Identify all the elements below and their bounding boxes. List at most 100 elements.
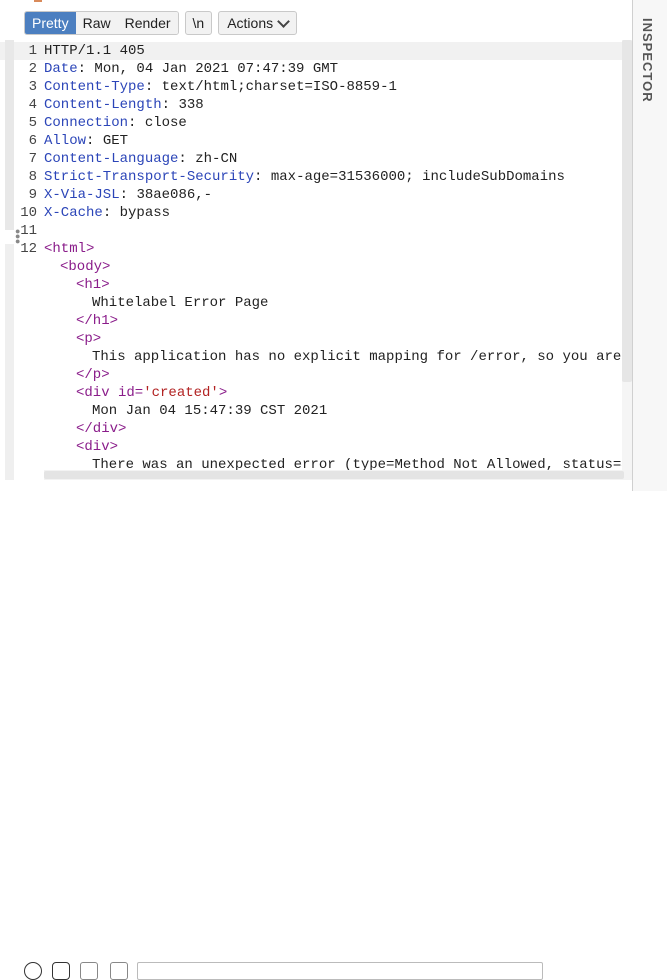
code-line[interactable]: 5 Connection: close: [0, 114, 632, 132]
html-tag: <p>: [76, 331, 102, 347]
tab-raw[interactable]: Raw: [75, 12, 118, 34]
drag-handle-icon[interactable]: ● ● ●: [15, 227, 20, 246]
actions-dropdown[interactable]: Actions: [218, 11, 298, 35]
response-toolbar: Pretty Raw Render \n Actions: [24, 11, 298, 35]
header-value: GET: [102, 133, 129, 149]
html-tag: <h1>: [76, 277, 110, 293]
header-separator: :: [86, 133, 103, 149]
code-line[interactable]: 6 Allow: GET: [0, 132, 632, 150]
code-line[interactable]: 3 Content-Type: text/html;charset=ISO-885…: [0, 78, 632, 96]
header-line: Strict-Transport-Security: max-age=31536…: [44, 168, 565, 186]
header-name: Content-Type: [44, 79, 145, 95]
response-editor[interactable]: 1 HTTP/1.1 405 2 Date: Mon, 04 Jan 2021 07:…: [0, 40, 632, 470]
html-tag-line: </div>: [76, 420, 126, 438]
header-name: Content-Language: [44, 151, 179, 167]
header-line: Allow: GET: [44, 132, 128, 150]
code-line[interactable]: 12 <html>: [0, 240, 632, 258]
code-line[interactable]: 11: [0, 222, 632, 240]
code-line[interactable]: 4 Content-Length: 338: [0, 96, 632, 114]
html-text: This application has no explicit mapping…: [92, 349, 632, 365]
code-line[interactable]: 10 X-Cache: bypass: [0, 204, 632, 222]
html-text-line: Whitelabel Error Page: [92, 294, 268, 312]
html-tag: <body>: [60, 259, 111, 275]
show-newlines-button[interactable]: \n: [184, 11, 213, 35]
header-line: X-Via-JSL: 38ae086,-: [44, 186, 212, 204]
gutter-fold-region: [5, 244, 14, 480]
header-separator: :: [128, 115, 145, 131]
top-edge-sliver: [34, 0, 42, 2]
vertical-scrollbar-thumb[interactable]: [622, 40, 632, 382]
code-line[interactable]: </h1>: [0, 312, 632, 330]
header-line: Content-Type: text/html;charset=ISO-8859…: [44, 78, 397, 96]
html-tag-line: <div>: [76, 438, 118, 456]
code-line[interactable]: 1 HTTP/1.1 405: [0, 42, 632, 60]
code-line[interactable]: </p>: [0, 366, 632, 384]
html-tag: </div>: [76, 421, 127, 437]
header-value: zh-CN: [195, 151, 238, 167]
header-value: max-age=31536000; includeSubDomains: [270, 169, 565, 185]
search-bar: [0, 480, 632, 980]
header-name: Content-Length: [44, 97, 162, 113]
html-tag: <div>: [76, 439, 119, 455]
header-line: Connection: close: [44, 114, 187, 132]
header-line: HTTP/1.1 405: [44, 42, 145, 60]
header-separator: :: [254, 169, 271, 185]
header-name: Date: [44, 61, 78, 77]
header-value: text/html;charset=ISO-8859-1: [161, 79, 397, 95]
html-text: Mon Jan 04 15:47:39 CST 2021: [92, 403, 328, 419]
code-line[interactable]: <div id='created'>: [0, 384, 632, 402]
html-tag: <div id='created'>: [76, 385, 228, 401]
gear-icon[interactable]: [52, 962, 70, 980]
header-name: Allow: [44, 133, 87, 149]
code-line[interactable]: 2 Date: Mon, 04 Jan 2021 07:47:39 GMT: [0, 60, 632, 78]
header-separator: :: [102, 205, 120, 221]
code-line[interactable]: <div>: [0, 438, 632, 456]
search-input[interactable]: [137, 962, 543, 980]
html-tag-line: <body>: [60, 258, 110, 276]
header-line: Date: Mon, 04 Jan 2021 07:47:39 GMT: [44, 60, 338, 78]
chevron-down-icon: [277, 14, 290, 28]
inspector-tab-label[interactable]: INSPECTOR: [640, 18, 655, 103]
help-icon[interactable]: [24, 962, 42, 980]
html-text: Whitelabel Error Page: [92, 295, 269, 311]
header-separator: :: [144, 79, 162, 95]
view-mode-tabs: Pretty Raw Render: [24, 11, 179, 35]
html-tag-line: <div id='created'>: [76, 384, 227, 402]
html-text: There was an unexpected error (type=Meth…: [92, 457, 632, 470]
code-line[interactable]: <p>: [0, 330, 632, 348]
header-separator: :: [161, 97, 179, 113]
header-line: Content-Language: zh-CN: [44, 150, 237, 168]
previous-match-button[interactable]: [80, 962, 98, 980]
tab-render[interactable]: Render: [117, 12, 178, 34]
header-separator: :: [178, 151, 196, 167]
html-tag-line: <html>: [44, 240, 94, 258]
html-tag: </h1>: [76, 313, 119, 329]
code-line[interactable]: 8 Strict-Transport-Security: max-age=3153…: [0, 168, 632, 186]
header-value: HTTP/1.1 405: [44, 43, 145, 59]
next-match-button[interactable]: [110, 962, 128, 980]
header-value: 338: [178, 97, 204, 113]
attribute-value: 'created': [143, 385, 219, 401]
header-value: bypass: [119, 205, 171, 221]
horizontal-scrollbar-thumb[interactable]: [44, 471, 624, 479]
code-line[interactable]: Mon Jan 04 15:47:39 CST 2021: [0, 402, 632, 420]
code-line[interactable]: There was an unexpected error (type=Meth…: [0, 456, 632, 470]
header-value: Mon, 04 Jan 2021 07:47:39 GMT: [94, 61, 339, 77]
html-tag-line: </h1>: [76, 312, 118, 330]
tab-pretty[interactable]: Pretty: [25, 12, 76, 34]
html-tag-line: </p>: [76, 366, 110, 384]
html-text-line: Mon Jan 04 15:47:39 CST 2021: [92, 402, 327, 420]
html-tag: </p>: [76, 367, 110, 383]
code-line[interactable]: <body>: [0, 258, 632, 276]
code-line[interactable]: <h1>: [0, 276, 632, 294]
actions-label: Actions: [227, 15, 274, 31]
code-line[interactable]: Whitelabel Error Page: [0, 294, 632, 312]
code-line[interactable]: This application has no explicit mapping…: [0, 348, 632, 366]
header-separator: :: [119, 187, 137, 203]
header-name: Connection: [44, 115, 129, 131]
html-tag: <html>: [44, 241, 95, 257]
code-line[interactable]: 7 Content-Language: zh-CN: [0, 150, 632, 168]
code-line[interactable]: </div>: [0, 420, 632, 438]
header-separator: :: [77, 61, 95, 77]
code-line[interactable]: 9 X-Via-JSL: 38ae086,-: [0, 186, 632, 204]
